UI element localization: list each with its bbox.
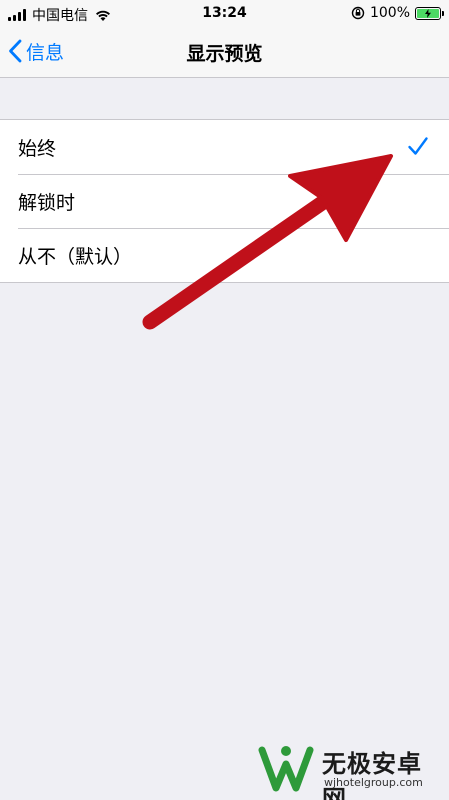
watermark-logo-icon: [258, 746, 314, 792]
option-label: 始终: [18, 137, 57, 160]
battery-fill: [417, 8, 439, 18]
option-never[interactable]: 从不（默认）: [0, 228, 449, 282]
page-title: 显示预览: [186, 43, 263, 65]
option-label: 从不（默认）: [18, 245, 133, 268]
rotation-lock-icon: [351, 6, 365, 20]
watermark-title: 无极安卓网: [322, 750, 422, 800]
option-always[interactable]: 始终: [0, 120, 449, 174]
checkmark-icon: [408, 137, 428, 155]
watermark: 无极安卓网 wjhotelgroup.com: [258, 740, 443, 800]
status-bar: 中国电信 13:24 100%: [0, 0, 449, 26]
battery-percent: 100%: [369, 5, 410, 21]
option-label: 解锁时: [18, 191, 76, 214]
navigation-bar: 信息 显示预览: [0, 26, 449, 78]
status-right: 100%: [351, 5, 444, 21]
battery-charging-icon: [415, 6, 444, 20]
preview-options-list: 始终 解锁时 从不（默认）: [0, 119, 449, 283]
option-when-unlocked[interactable]: 解锁时: [0, 174, 449, 228]
watermark-url: wjhotelgroup.com: [324, 776, 423, 789]
